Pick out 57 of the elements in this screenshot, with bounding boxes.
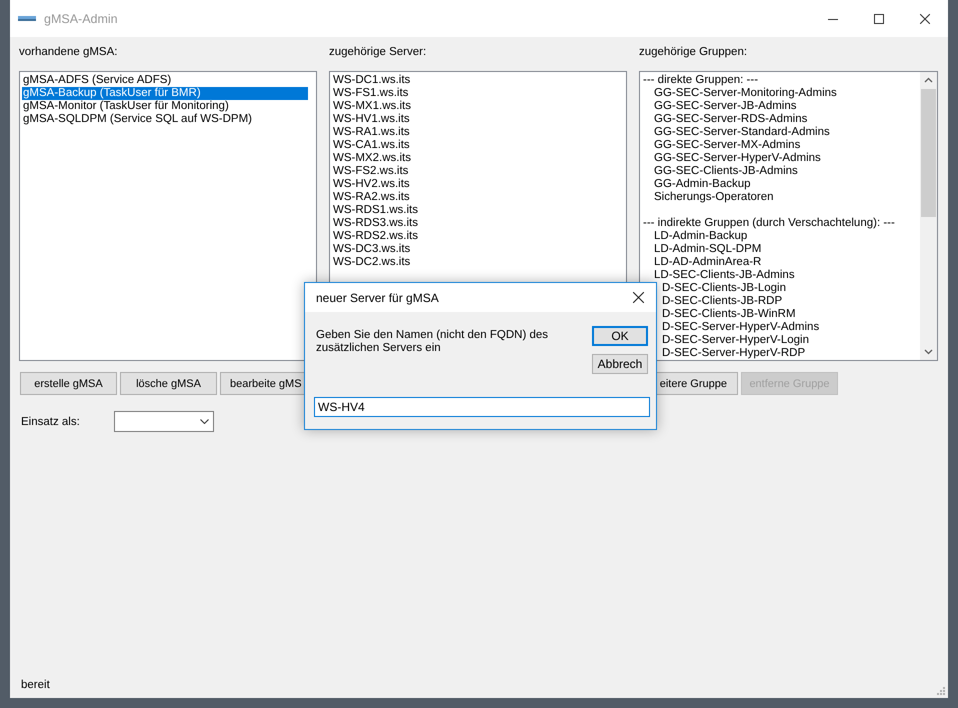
column-label: zugehörige Gruppen: xyxy=(639,46,748,60)
list-item[interactable]: GG-SEC-Server-MX-Admins xyxy=(642,139,800,152)
list-item[interactable]: GG-SEC-Server-Monitoring-Admins xyxy=(642,87,837,100)
list-item[interactable]: WS-MX1.ws.its xyxy=(332,100,411,113)
list-item[interactable]: WS-DC2.ws.its xyxy=(332,256,410,269)
list-item[interactable]: GG-Admin-Backup xyxy=(642,178,751,191)
list-item[interactable]: LD-Admin-SQL-DPM xyxy=(642,243,762,256)
list-item[interactable]: Sicherungs-Operatoren xyxy=(642,191,774,204)
list-item[interactable]: WS-RA1.ws.its xyxy=(332,126,410,139)
list-item[interactable]: GG-SEC-Server-JB-Admins xyxy=(642,100,796,113)
dialog-message: Geben Sie den Namen (nicht den FQDN) des zusätzlichen Servers ein xyxy=(316,328,550,355)
usage-dropdown[interactable] xyxy=(114,411,214,432)
resize-grip-icon[interactable] xyxy=(937,687,945,695)
list-item[interactable]: WS-HV1.ws.its xyxy=(332,113,410,126)
section-header: --- direkte Gruppen: --- xyxy=(642,74,758,87)
window-title: gMSA-Admin xyxy=(44,12,118,26)
list-item[interactable]: WS-HV2.ws.its xyxy=(332,178,410,191)
gmsa-list[interactable]: gMSA-ADFS (Service ADFS) gMSA-Backup (TaskUser für BMR) gMSA-Monitor (TaskUser für Monitoring) gMSA-SQLDPM (Service SQL auf WS-DPM) xyxy=(19,71,317,361)
list-item[interactable]: WS-DC1.ws.its xyxy=(332,74,410,87)
dialog-button[interactable]: Abbrech xyxy=(592,354,648,374)
list-item[interactable]: LD-Admin-Backup xyxy=(642,230,748,243)
scrollbar[interactable] xyxy=(920,72,937,360)
groups-list[interactable] xyxy=(639,71,938,361)
action-button[interactable]: erstelle gMSA xyxy=(20,372,117,395)
server-name-field[interactable]: WS-HV4 xyxy=(314,397,650,417)
list-item[interactable]: WS-RDS3.ws.its xyxy=(332,217,418,230)
list-item[interactable]: gMSA-ADFS (Service ADFS) xyxy=(22,74,172,87)
list-item[interactable]: GG-SEC-Server-Standard-Admins xyxy=(642,126,830,139)
list-item[interactable]: gMSA-Monitor (TaskUser für Monitoring) xyxy=(22,100,229,113)
list-item[interactable]: WS-CA1.ws.its xyxy=(332,139,410,152)
app-icon xyxy=(18,14,36,22)
column-label: zugehörige Server: xyxy=(329,46,428,60)
list-item[interactable]: WS-RA2.ws.its xyxy=(332,191,410,204)
list-item[interactable]: gMSA-Backup (TaskUser für BMR) xyxy=(22,87,308,100)
column-label: vorhandene gMSA: xyxy=(19,46,118,60)
close-icon xyxy=(920,14,930,24)
list-item[interactable]: gMSA-SQLDPM (Service SQL auf WS-DPM) xyxy=(22,113,252,126)
list-item[interactable]: WS-FS1.ws.its xyxy=(332,87,408,100)
chevron-down-icon xyxy=(200,419,209,424)
list-item[interactable]: GG-SEC-Server-RDS-Admins xyxy=(642,113,808,126)
close-icon xyxy=(632,292,644,303)
list-item[interactable]: WS-MX2.ws.its xyxy=(332,152,411,165)
list-item[interactable]: LD-AD-AdminArea-R xyxy=(642,256,762,269)
field-label: Einsatz als: xyxy=(21,416,80,428)
dialog-button[interactable]: OK xyxy=(592,326,648,346)
list-item[interactable]: WS-DC3.ws.its xyxy=(332,243,410,256)
list-item[interactable]: GG-SEC-Clients-JB-Admins xyxy=(642,165,798,178)
status-text: bereit xyxy=(21,679,50,691)
maximize-icon xyxy=(874,14,884,24)
list-item[interactable]: WS-RDS1.ws.its xyxy=(332,204,418,217)
list-item[interactable]: LD-SEC-Clients-JB-Admins xyxy=(642,269,795,282)
action-button[interactable]: lösche gMSA xyxy=(120,372,217,395)
list-item[interactable]: WS-RDS2.ws.its xyxy=(332,230,418,243)
section-header: --- indirekte Gruppen (durch Verschachtelung): --- xyxy=(642,217,895,230)
list-item[interactable]: WS-FS2.ws.its xyxy=(332,165,408,178)
list-item[interactable]: GG-SEC-Server-HyperV-Admins xyxy=(642,152,821,165)
dialog-title: neuer Server für gMSA xyxy=(316,290,439,304)
